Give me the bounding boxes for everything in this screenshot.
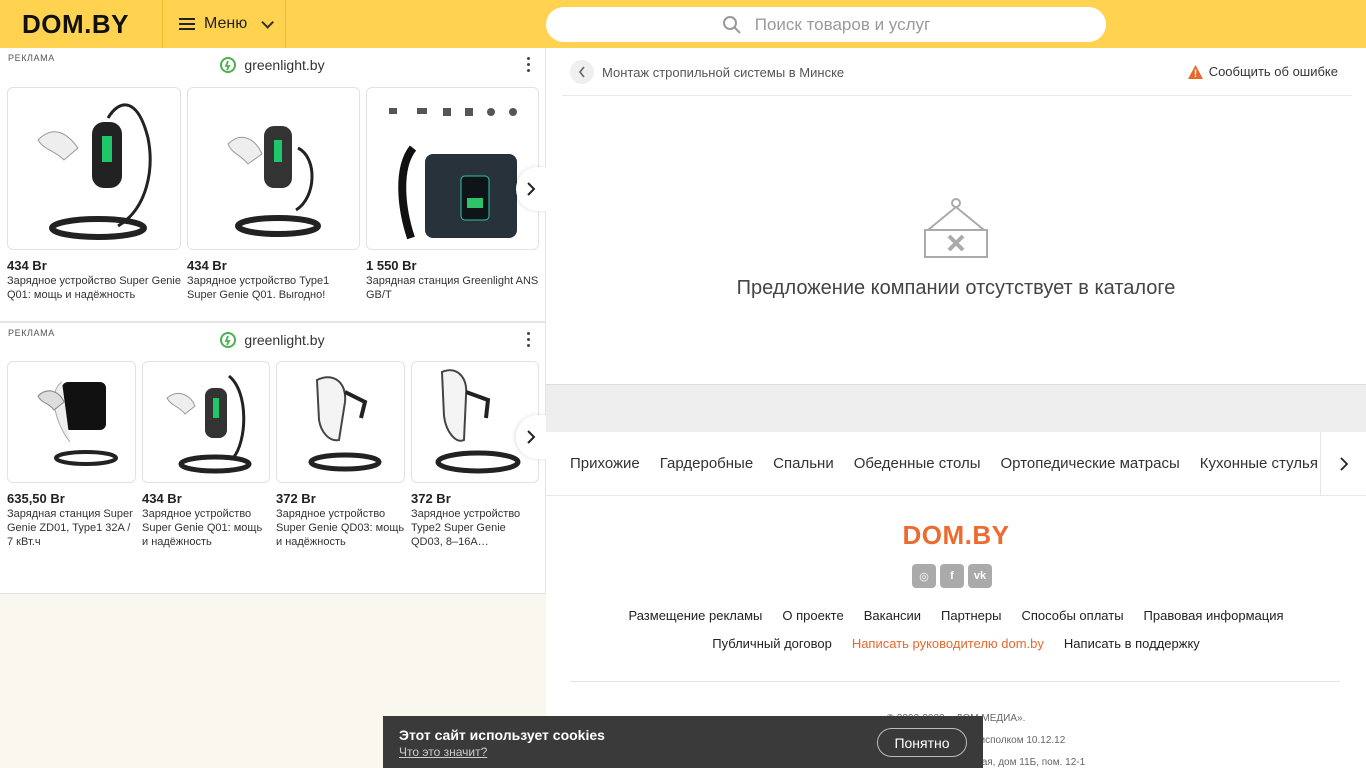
ad-column: РЕКЛАМА greenlight.by 434 Br Зарядное ус… xyxy=(0,48,546,594)
hamburger-icon xyxy=(179,18,195,30)
search-icon xyxy=(722,15,741,34)
ad-product-card[interactable]: 434 Br Зарядное устройство Super Genie Q… xyxy=(7,87,181,302)
category-link[interactable]: Кухонные стулья xyxy=(1200,455,1318,472)
breadcrumb-link[interactable]: Монтаж стропильной системы в Минске xyxy=(602,65,844,80)
category-list: Прихожие Гардеробные Спальни Обеденные стол… xyxy=(570,455,1318,472)
ad-product-card[interactable]: 434 Br Зарядное устройство Super Genie Q… xyxy=(142,361,270,549)
footer-link[interactable]: Написать в поддержку xyxy=(1064,636,1200,651)
product-image xyxy=(7,361,136,483)
greenlight-logo-icon xyxy=(220,332,237,348)
greenlight-logo-icon xyxy=(220,57,237,73)
category-link[interactable]: Ортопедические матрасы xyxy=(1001,455,1180,472)
footer-link[interactable]: О проекте xyxy=(782,608,843,623)
product-title: Зарядное устройство Super Genie Q01: мощ… xyxy=(7,275,181,301)
footer-link[interactable]: Партнеры xyxy=(941,608,1001,623)
category-next-button[interactable] xyxy=(1320,432,1366,495)
footer-link[interactable]: Правовая информация xyxy=(1144,608,1284,623)
social-links: ◎ f vk xyxy=(912,564,992,588)
product-title: Зарядное устройство Type2 Super Genie QD… xyxy=(411,508,521,548)
ad-product-card[interactable]: 434 Br Зарядное устройство Type1 Super G… xyxy=(187,87,360,302)
footer-link[interactable]: Написать руководителю dom.by xyxy=(852,636,1044,651)
chevron-right-icon xyxy=(527,182,536,196)
breadcrumb: Монтаж стропильной системы в Минске Сооб… xyxy=(562,48,1352,96)
report-error-label: Сообщить об ошибке xyxy=(1208,64,1338,79)
cookie-title: Этот сайт использует cookies xyxy=(399,727,605,743)
report-error-link[interactable]: Сообщить об ошибке xyxy=(1187,64,1338,79)
product-image xyxy=(142,361,270,483)
category-link[interactable]: Гардеробные xyxy=(660,455,753,472)
more-options-icon[interactable] xyxy=(527,332,531,347)
ad-product-card[interactable]: 372 Br Зарядное устройство Type2 Super G… xyxy=(411,361,539,549)
empty-message: Предложение компании отсутствует в катал… xyxy=(736,277,1176,299)
cookie-info-link[interactable]: Что это значит? xyxy=(399,745,487,759)
ad-brand[interactable]: greenlight.by xyxy=(0,332,545,348)
category-link[interactable]: Обеденные столы xyxy=(854,455,981,472)
ad-block: РЕКЛАМА greenlight.by 635,50 Br Зарядная… xyxy=(0,322,546,594)
product-price: 434 Br xyxy=(142,491,182,506)
product-price: 1 550 Br xyxy=(366,258,417,273)
product-price: 434 Br xyxy=(187,258,227,273)
cookie-accept-button[interactable]: Понятно xyxy=(877,728,967,757)
product-price: 434 Br xyxy=(7,258,47,273)
category-link[interactable]: Спальни xyxy=(773,455,834,472)
footer-link[interactable]: Публичный договор xyxy=(712,636,832,651)
warning-icon xyxy=(1187,64,1203,79)
main-content: Монтаж стропильной системы в Минске Сооб… xyxy=(546,48,1366,768)
footer-link[interactable]: Вакансии xyxy=(864,608,921,623)
separator-band xyxy=(546,384,1366,432)
ad-brand-name: greenlight.by xyxy=(244,332,325,348)
more-options-icon[interactable] xyxy=(527,57,531,72)
product-image xyxy=(366,87,539,250)
product-title: Зарядное устройство Type1 Super Genie Q0… xyxy=(187,275,330,301)
product-image xyxy=(187,87,360,250)
product-title: Зарядное устройство Super Genie QD03: мо… xyxy=(276,508,405,548)
facebook-icon[interactable]: f xyxy=(940,564,964,588)
product-price: 372 Br xyxy=(276,491,316,506)
footer-link[interactable]: Способы оплаты xyxy=(1022,608,1124,623)
ad-product-card[interactable]: 372 Br Зарядное устройство Super Genie Q… xyxy=(276,361,405,549)
product-image xyxy=(7,87,181,250)
product-image xyxy=(276,361,405,483)
cookie-banner: Этот сайт использует cookies Что это зна… xyxy=(383,716,983,768)
product-title: Зарядная станция Greenlight ANS GB/T xyxy=(366,275,539,301)
footer-link[interactable]: Размещение рекламы xyxy=(628,608,762,623)
ad-product-card[interactable]: 1 550 Br Зарядная станция Greenlight ANS… xyxy=(366,87,539,302)
product-price: 372 Br xyxy=(411,491,451,506)
back-button[interactable] xyxy=(570,60,594,84)
product-price: 635,50 Br xyxy=(7,491,65,506)
category-strip: Прихожие Гардеробные Спальни Обеденные стол… xyxy=(546,432,1366,496)
ad-brand-name: greenlight.by xyxy=(244,57,325,73)
ad-product-card[interactable]: 635,50 Br Зарядная станция Super Genie Z… xyxy=(7,361,136,549)
ad-brand[interactable]: greenlight.by xyxy=(0,57,545,73)
footer-links-row-2: Публичный договор Написать руководителю d… xyxy=(546,636,1366,651)
header: DOM.BY Меню Поиск товаров и услуг xyxy=(0,0,1366,48)
search-input[interactable]: Поиск товаров и услуг xyxy=(546,7,1106,42)
chevron-right-icon xyxy=(1339,457,1348,471)
product-title: Зарядное устройство Super Genie Q01: мощ… xyxy=(142,508,263,548)
chevron-left-icon xyxy=(578,66,585,78)
category-link[interactable]: Прихожие xyxy=(570,455,640,472)
site-logo[interactable]: DOM.BY xyxy=(22,9,129,40)
menu-label: Меню xyxy=(204,15,248,32)
menu-button[interactable]: Меню xyxy=(162,0,286,48)
search-placeholder: Поиск товаров и услуг xyxy=(754,14,931,34)
chevron-right-icon xyxy=(527,430,536,444)
product-title: Зарядная станция Super Genie ZD01, Type1… xyxy=(7,508,133,548)
product-image xyxy=(411,361,539,483)
footer-divider xyxy=(570,681,1340,682)
missing-sign-icon xyxy=(924,198,988,258)
chevron-down-icon xyxy=(261,15,275,29)
ad-block: РЕКЛАМА greenlight.by 434 Br Зарядное ус… xyxy=(0,48,546,322)
vk-icon[interactable]: vk xyxy=(968,564,992,588)
footer-logo[interactable]: DOM.BY xyxy=(546,520,1366,551)
instagram-icon[interactable]: ◎ xyxy=(912,564,936,588)
footer-links-row-1: Размещение рекламы О проекте Вакансии Партн… xyxy=(546,608,1366,623)
